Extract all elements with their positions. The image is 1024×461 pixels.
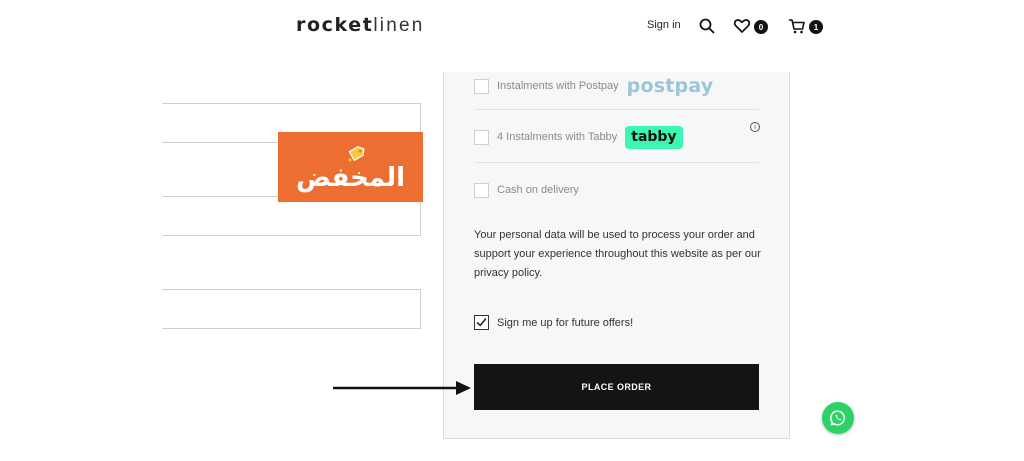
wishlist-count-badge: 0 (754, 20, 768, 34)
divider (474, 162, 759, 163)
newsletter-label: Sign me up for future offers! (497, 316, 634, 329)
divider (474, 109, 759, 110)
tabby-logo: tabby (625, 125, 683, 149)
payment-option-cod[interactable]: Cash on delivery (474, 175, 759, 205)
privacy-policy-link[interactable]: privacy policy (474, 267, 539, 279)
wishlist-heart-icon[interactable] (733, 17, 751, 35)
payment-option-label: Cash on delivery (497, 184, 579, 196)
price-tag-icon (344, 140, 370, 173)
logo-part-rocket: rocket (296, 14, 374, 36)
postpay-logo: postpay (626, 75, 714, 97)
tabby-checkbox[interactable] (474, 129, 489, 145)
privacy-notice: Your personal data will be used to proce… (474, 226, 764, 283)
postpay-checkbox[interactable] (474, 78, 489, 94)
arrow-annotation-icon (333, 379, 473, 402)
newsletter-checkbox[interactable] (474, 315, 489, 330)
whatsapp-icon (830, 410, 846, 426)
whatsapp-chat-button[interactable] (822, 402, 854, 434)
promo-banner: المخفض (278, 132, 423, 202)
form-input-field[interactable] (162, 289, 421, 329)
payment-option-tabby[interactable]: 4 Instalments with Tabby tabby (474, 122, 759, 152)
newsletter-signup[interactable]: Sign me up for future offers! (474, 314, 633, 331)
form-divider (162, 142, 278, 143)
sign-in-link[interactable]: Sign in (647, 19, 681, 31)
logo-part-linen: linen (373, 15, 425, 36)
payment-option-label: Instalments with Postpay (497, 80, 619, 92)
payment-option-postpay[interactable]: Instalments with Postpay postpay (474, 71, 759, 101)
brand-logo[interactable]: rocket linen (296, 14, 425, 38)
privacy-text: Your personal data will be used to proce… (474, 229, 761, 260)
info-icon[interactable]: i (750, 122, 760, 132)
place-order-button[interactable]: PLACE ORDER (474, 364, 759, 410)
privacy-text-end: . (539, 267, 543, 279)
checkmark-icon (476, 318, 487, 327)
cart-icon[interactable] (788, 17, 806, 35)
cart-count-badge: 1 (809, 20, 823, 34)
payment-option-label: 4 Instalments with Tabby (497, 131, 618, 143)
cod-checkbox[interactable] (474, 182, 489, 198)
search-icon[interactable] (698, 17, 716, 35)
